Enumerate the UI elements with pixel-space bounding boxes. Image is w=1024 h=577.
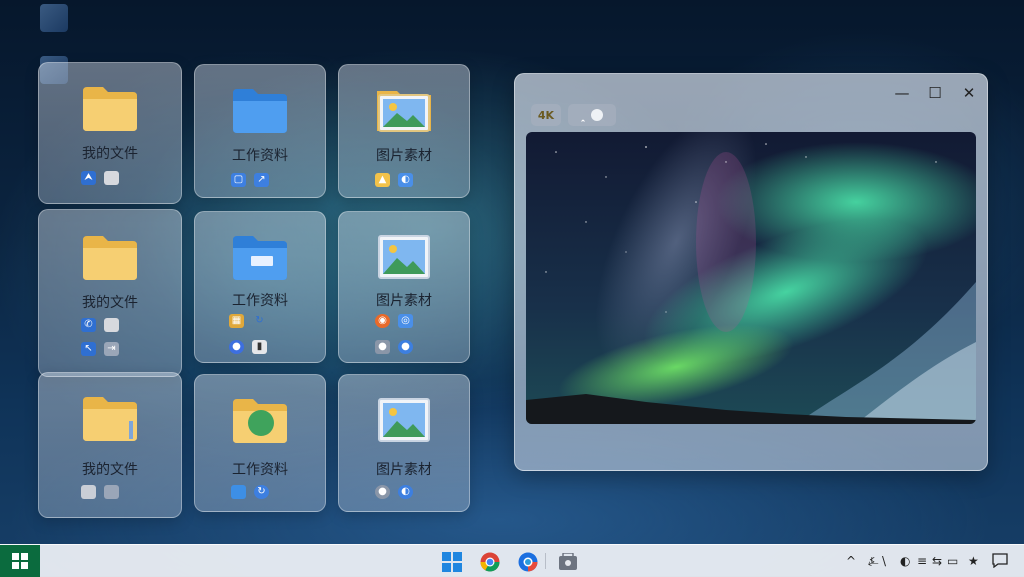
desktop-shortcut-icon[interactable]: [40, 4, 68, 32]
folder-card-work-docs[interactable]: 工作资料 ↻: [194, 374, 326, 512]
people-share-chip[interactable]: ꞈ: [568, 104, 616, 126]
app-badge-icon: ▢: [231, 173, 246, 187]
app-badge-icon: ◐: [398, 485, 413, 499]
folder-badge-icon: [231, 485, 246, 499]
folder-label: 工作资料: [232, 293, 288, 309]
image-icon: [378, 235, 430, 279]
notification-icon[interactable]: [992, 553, 1008, 569]
app-badge-icon: ◎: [398, 314, 413, 328]
app-badge-icon: ●: [398, 340, 413, 354]
app-badge-icon: ↻: [254, 485, 269, 499]
start-button[interactable]: [0, 545, 40, 577]
app-badge-icon: [104, 485, 119, 499]
app-badge-icon: ⇥: [104, 342, 119, 356]
edge-button[interactable]: [517, 551, 539, 573]
folder-card-image-assets[interactable]: 图片素材 ● ◐: [338, 374, 470, 512]
tray-wifi-icon[interactable]: ≡: [917, 553, 927, 569]
folder-label: 工作资料: [232, 462, 288, 478]
tray-volume-icon[interactable]: ◐: [900, 553, 910, 569]
app-badge-icon: ↻: [255, 315, 264, 326]
taskbar-divider: [545, 553, 546, 569]
windows-logo-icon: [442, 552, 462, 572]
tray-chevron-icon[interactable]: ^: [846, 553, 856, 569]
folder-card-my-files[interactable]: 我的文件 ✆ ↖ ⇥: [38, 209, 182, 377]
app-badge-icon: ↗: [254, 173, 269, 187]
folder-yellow-icon: [83, 87, 137, 131]
folder-card-image-assets[interactable]: 图片素材 ◉ ◎ ● ●: [338, 211, 470, 363]
app-badge-icon: ◉: [375, 314, 390, 328]
folder-card-work-docs[interactable]: 工作资料 ▦ ↻ ● ▮: [194, 211, 326, 363]
folder-label: 我的文件: [82, 295, 138, 311]
folder-yellow-icon: [83, 236, 137, 280]
folder-yellow-icon: [83, 397, 137, 441]
tray-favorite-icon[interactable]: ★: [968, 553, 979, 569]
aurora-image: [526, 132, 976, 424]
app-badge-icon: ▮: [252, 340, 267, 354]
folder-label: 图片素材: [376, 462, 432, 478]
maximize-button[interactable]: ☐: [918, 80, 952, 106]
windows-start-icon: [12, 553, 28, 569]
file-badge-icon: [104, 318, 119, 332]
app-badge-icon: ↖: [81, 342, 96, 356]
folder-blue-icon: [233, 89, 287, 133]
app-badge-icon: ◐: [398, 173, 413, 187]
folder-label: 我的文件: [82, 462, 138, 478]
close-button[interactable]: ✕: [952, 80, 986, 106]
store-button[interactable]: [557, 551, 579, 573]
chrome-icon: [480, 552, 500, 572]
tray-battery-icon[interactable]: ▭: [947, 553, 958, 569]
folder-blue-icon: [233, 236, 287, 280]
app-badge-icon: ⮝: [81, 171, 96, 185]
tray-network-icon[interactable]: ⍼: [868, 553, 878, 569]
folder-yellow-icon: [233, 399, 287, 443]
folder-card-image-assets[interactable]: 图片素材 ▲ ◐: [338, 64, 470, 198]
chrome-button[interactable]: [479, 551, 501, 573]
app-badge-icon: ▲: [375, 173, 390, 187]
folder-label: 工作资料: [232, 148, 288, 164]
phone-badge-icon: ✆: [81, 318, 96, 332]
resolution-label: 4K: [537, 108, 555, 122]
resolution-chip[interactable]: 4K: [531, 104, 561, 126]
image-icon: [377, 91, 431, 132]
folder-card-my-files[interactable]: 我的文件 ⮝: [38, 62, 182, 204]
store-icon: [559, 553, 577, 570]
folder-card-work-docs[interactable]: 工作资料 ▢ ↗: [194, 64, 326, 198]
windows-logo-button[interactable]: [441, 551, 463, 573]
app-badge-icon: ●: [375, 485, 390, 499]
tray-link-icon[interactable]: ⇆: [932, 553, 942, 569]
folder-label: 我的文件: [82, 146, 138, 162]
image-icon: [378, 398, 430, 442]
tray-pen-icon[interactable]: \: [882, 553, 886, 569]
aurora-photo: [526, 132, 976, 424]
app-badge-icon: [81, 485, 96, 499]
people-icon: ꞈ: [581, 108, 585, 122]
app-badge-icon: ●: [375, 340, 390, 354]
folder-card-my-files[interactable]: 我的文件: [38, 372, 182, 518]
minimize-button[interactable]: —: [885, 80, 919, 106]
share-icon: [591, 109, 603, 121]
app-badge-icon: ▦: [229, 314, 244, 328]
app-badge-icon: ●: [229, 340, 244, 354]
taskbar: ^ ⍼ \ ◐ ≡ ⇆ ▭ ★: [0, 544, 1024, 577]
edge-icon: [518, 552, 538, 572]
image-viewer-window[interactable]: — ☐ ✕ 4K ꞈ: [514, 73, 988, 471]
folder-label: 图片素材: [376, 148, 432, 164]
folder-label: 图片素材: [376, 293, 432, 309]
file-badge-icon: [104, 171, 119, 185]
